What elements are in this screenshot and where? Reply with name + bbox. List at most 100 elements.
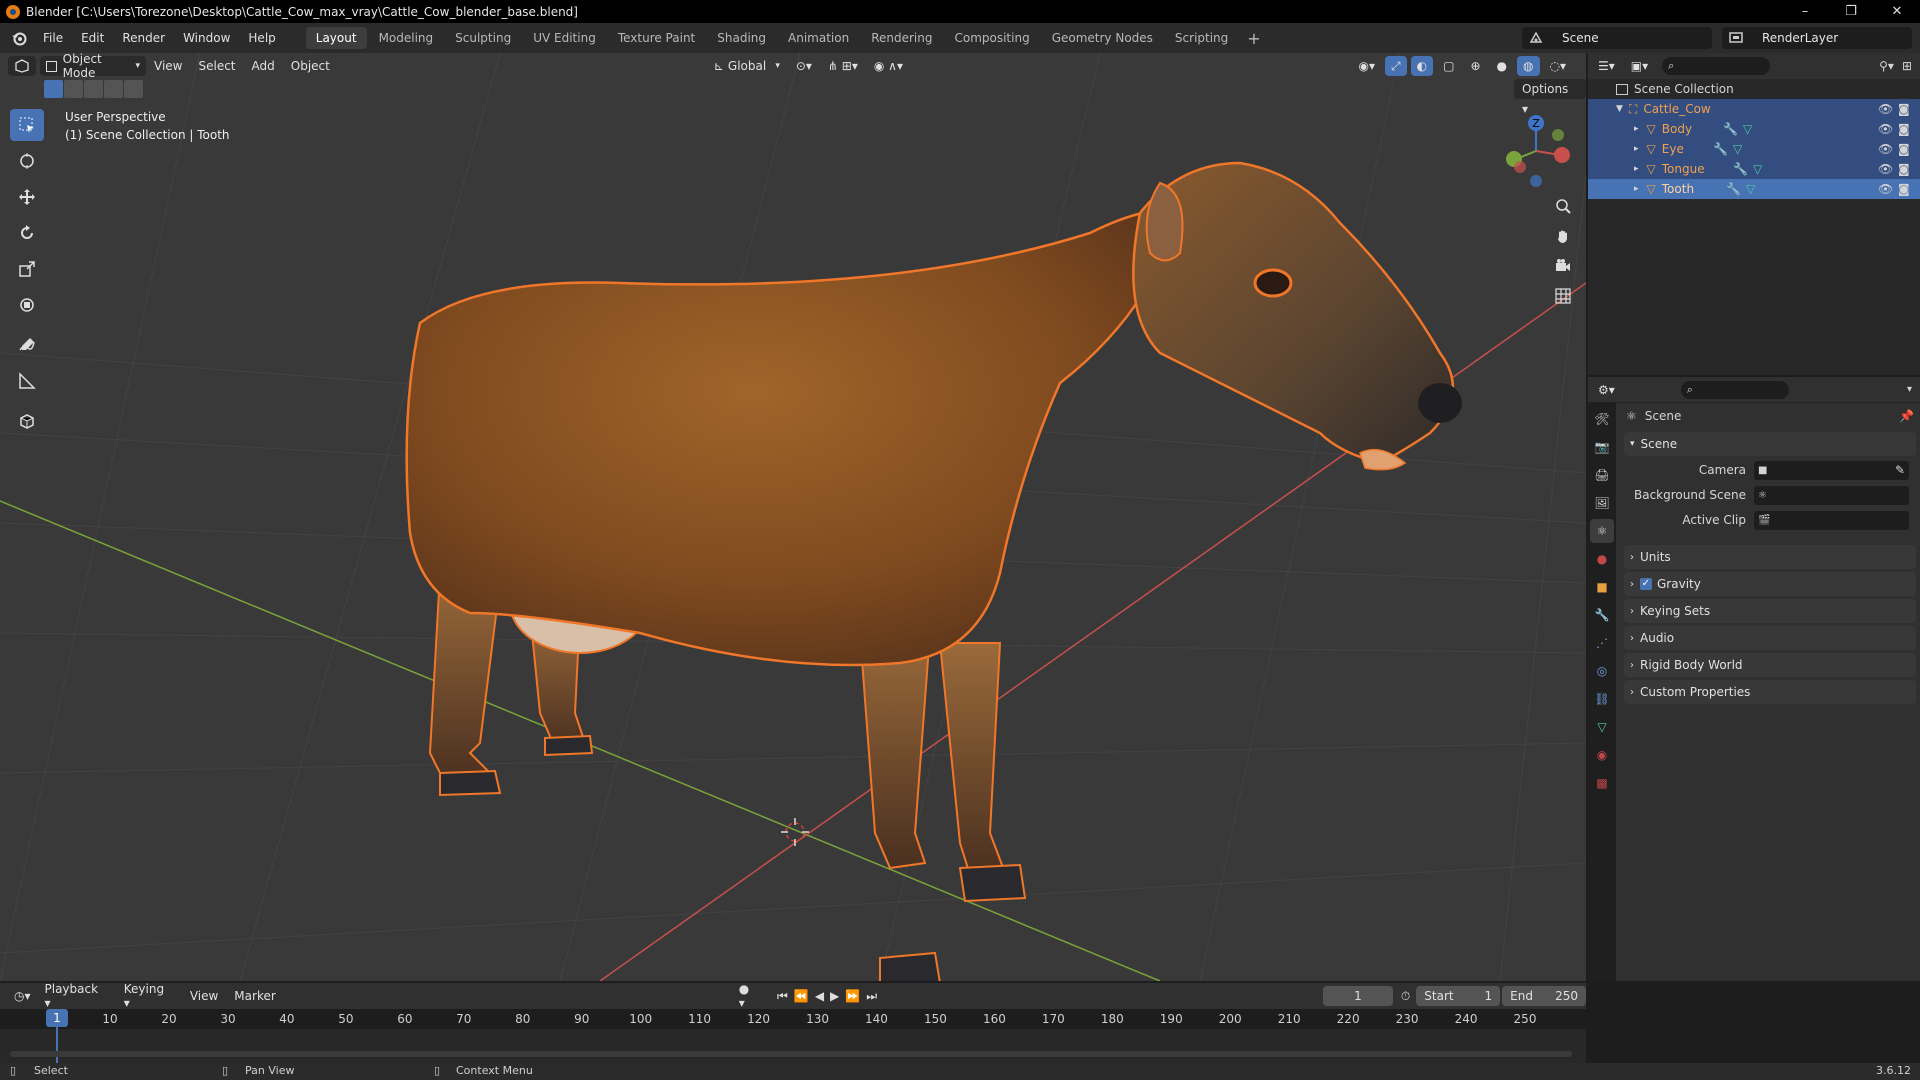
measure-tool[interactable] bbox=[10, 365, 44, 397]
panel-custom-properties[interactable]: › Custom Properties bbox=[1624, 680, 1916, 704]
outliner-search-input[interactable]: ⌕ bbox=[1662, 57, 1771, 75]
menu-select[interactable]: Select bbox=[190, 59, 243, 73]
shading-wireframe-button[interactable]: ⊕ bbox=[1464, 56, 1486, 76]
menu-render[interactable]: Render bbox=[113, 23, 174, 53]
timeline-ruler[interactable]: 10 20 30 40 50 60 70 80 90 100 110 120 130 140 150 160 1… bbox=[0, 1009, 1586, 1029]
jump-end-button[interactable]: ⏭ bbox=[866, 989, 877, 1004]
menu-view[interactable]: View bbox=[146, 59, 190, 73]
outliner-row-cattle-cow[interactable]: ▼ ⛶ Cattle_Cow 👁 ◙ bbox=[1588, 99, 1920, 119]
display-mode-button[interactable]: ▣▾ bbox=[1625, 56, 1654, 76]
menu-timeline-view[interactable]: View bbox=[182, 989, 226, 1003]
tab-texture-paint[interactable]: Texture Paint bbox=[608, 27, 705, 49]
view-layer-selector[interactable]: RenderLayer bbox=[1722, 27, 1912, 49]
expand-arrow-icon[interactable]: ▸ bbox=[1634, 124, 1639, 134]
eye-icon[interactable]: 👁 bbox=[1878, 122, 1893, 136]
tab-modeling[interactable]: Modeling bbox=[369, 27, 444, 49]
eye-icon[interactable]: 👁 bbox=[1878, 182, 1893, 196]
panel-rigid-body-world[interactable]: › Rigid Body World bbox=[1624, 653, 1916, 677]
tab-view-layer[interactable]: 🖼 bbox=[1590, 491, 1614, 515]
panel-gravity[interactable]: › ✓ Gravity bbox=[1624, 572, 1916, 596]
expand-arrow-icon[interactable]: ▸ bbox=[1634, 184, 1639, 194]
select-subtract-button[interactable] bbox=[84, 80, 103, 98]
filter-icon[interactable]: ⚲▾ bbox=[1879, 59, 1894, 73]
menu-window[interactable]: Window bbox=[174, 23, 239, 53]
select-intersect-button[interactable] bbox=[124, 80, 143, 98]
pan-button[interactable] bbox=[1550, 223, 1576, 249]
tab-rendering[interactable]: Rendering bbox=[861, 27, 942, 49]
camera-field[interactable]: ■ ✎ bbox=[1754, 460, 1909, 480]
timeline-scrollbar[interactable] bbox=[10, 1051, 1572, 1057]
editor-type-button[interactable] bbox=[8, 56, 36, 76]
annotate-tool[interactable] bbox=[10, 329, 44, 361]
current-frame-field[interactable]: 1 bbox=[1323, 986, 1393, 1006]
navigation-gizmo[interactable]: Z bbox=[1496, 109, 1576, 189]
playhead[interactable]: 1 bbox=[46, 1009, 68, 1027]
tab-constraints[interactable]: ⛓ bbox=[1590, 687, 1614, 711]
panel-scene-header[interactable]: ▾ Scene bbox=[1624, 432, 1916, 456]
expand-arrow-icon[interactable]: ▸ bbox=[1634, 144, 1639, 154]
tab-modifiers[interactable]: 🔧 bbox=[1590, 603, 1614, 627]
tab-world[interactable]: ● bbox=[1590, 547, 1614, 571]
camera-render-icon[interactable]: ◙ bbox=[1898, 182, 1910, 196]
transform-orientation-dropdown[interactable]: ⊾ Global ▾ bbox=[708, 56, 786, 76]
panel-audio[interactable]: › Audio bbox=[1624, 626, 1916, 650]
camera-render-icon[interactable]: ◙ bbox=[1898, 162, 1910, 176]
blender-menu-icon[interactable] bbox=[8, 27, 30, 49]
tab-shading[interactable]: Shading bbox=[707, 27, 776, 49]
tab-geometry-nodes[interactable]: Geometry Nodes bbox=[1042, 27, 1163, 49]
chevron-down-icon[interactable]: ▾ bbox=[1907, 384, 1912, 395]
camera-render-icon[interactable]: ◙ bbox=[1898, 142, 1910, 156]
menu-keying[interactable]: Keying ▾ bbox=[116, 982, 182, 1010]
tab-object[interactable]: ■ bbox=[1590, 575, 1614, 599]
play-reverse-button[interactable]: ◀ bbox=[815, 989, 824, 1003]
options-button[interactable]: Options ▾ bbox=[1514, 79, 1586, 116]
menu-add[interactable]: Add bbox=[244, 59, 283, 73]
gizmo-toggle[interactable]: ⤢ bbox=[1385, 56, 1407, 76]
add-cube-tool[interactable] bbox=[10, 405, 44, 437]
play-button[interactable]: ▶ bbox=[830, 989, 839, 1003]
background-scene-field[interactable]: ⚛ bbox=[1754, 485, 1909, 505]
select-box-tool[interactable] bbox=[10, 109, 44, 141]
shading-material-button[interactable]: ◍ bbox=[1517, 56, 1540, 76]
tab-texture[interactable]: ▩ bbox=[1590, 771, 1614, 795]
camera-render-icon[interactable]: ◙ bbox=[1898, 122, 1910, 136]
select-extend-button[interactable] bbox=[64, 80, 83, 98]
rotate-tool[interactable] bbox=[10, 217, 44, 249]
tab-uv-editing[interactable]: UV Editing bbox=[523, 27, 606, 49]
shading-rendered-button[interactable]: ◌▾ bbox=[1544, 56, 1573, 76]
jump-start-button[interactable]: ⏮ bbox=[777, 989, 788, 1004]
pivot-point-button[interactable]: ⊙▾ bbox=[790, 56, 818, 76]
visibility-button[interactable]: ◉▾ bbox=[1353, 56, 1382, 76]
overlay-toggle[interactable]: ◐ bbox=[1410, 56, 1434, 76]
tab-output[interactable]: 🖨 bbox=[1590, 463, 1614, 487]
end-frame-field[interactable]: End 250 bbox=[1502, 986, 1586, 1006]
panel-keying-sets[interactable]: › Keying Sets bbox=[1624, 599, 1916, 623]
tab-scripting[interactable]: Scripting bbox=[1165, 27, 1238, 49]
scene-selector[interactable]: Scene bbox=[1522, 27, 1712, 49]
cursor-tool[interactable] bbox=[10, 145, 44, 177]
tab-sculpting[interactable]: Sculpting bbox=[445, 27, 521, 49]
tab-material[interactable]: ◉ bbox=[1590, 743, 1614, 767]
ortho-toggle-button[interactable] bbox=[1550, 283, 1576, 309]
new-collection-icon[interactable]: ⊞ bbox=[1902, 59, 1912, 73]
menu-playback[interactable]: Playback ▾ bbox=[37, 982, 116, 1010]
add-workspace-button[interactable]: + bbox=[1239, 29, 1268, 48]
outliner-editor-type-button[interactable]: ☰▾ bbox=[1592, 56, 1621, 76]
tab-animation[interactable]: Animation bbox=[778, 27, 859, 49]
expand-arrow-icon[interactable]: ▼ bbox=[1616, 104, 1623, 114]
tab-data[interactable]: ▽ bbox=[1590, 715, 1614, 739]
gravity-checkbox[interactable]: ✓ bbox=[1640, 578, 1652, 590]
properties-editor-type-button[interactable]: ⚙▾ bbox=[1592, 380, 1621, 400]
camera-render-icon[interactable]: ◙ bbox=[1898, 102, 1910, 116]
active-clip-field[interactable]: 🎬 bbox=[1754, 510, 1909, 530]
stopwatch-icon[interactable]: ⏱ bbox=[1401, 989, 1410, 1004]
tab-particles[interactable]: ⋰ bbox=[1590, 631, 1614, 655]
tab-tool[interactable]: 🛠 bbox=[1590, 407, 1614, 431]
transform-tool[interactable] bbox=[10, 289, 44, 321]
camera-view-button[interactable] bbox=[1550, 253, 1576, 279]
menu-file[interactable]: File bbox=[34, 23, 72, 53]
menu-marker[interactable]: Marker bbox=[226, 989, 283, 1003]
tab-physics[interactable]: ◎ bbox=[1590, 659, 1614, 683]
outliner-row-tooth[interactable]: ▸ ▽ Tooth 🔧 ▽ 👁 ◙ bbox=[1588, 179, 1920, 199]
minimize-button[interactable]: – bbox=[1782, 0, 1828, 23]
